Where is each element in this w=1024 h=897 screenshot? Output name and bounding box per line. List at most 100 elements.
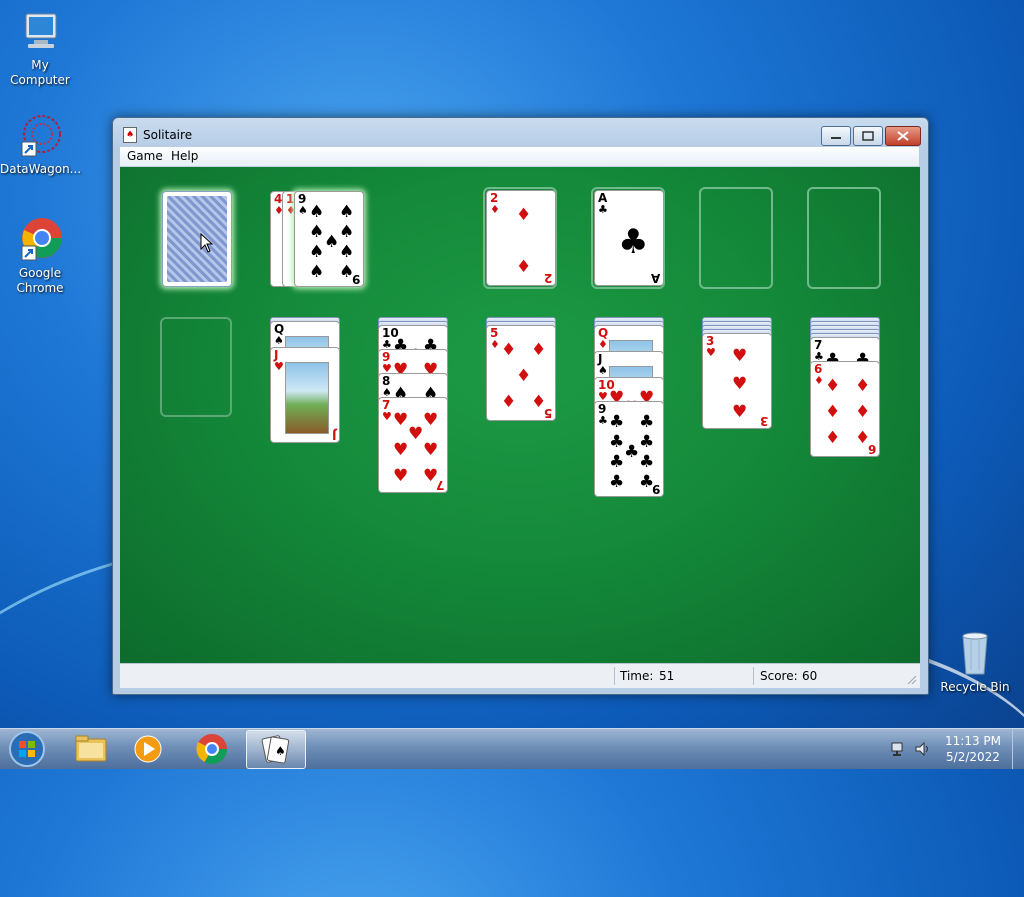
mouse-cursor-icon	[200, 232, 214, 257]
card-suit-icon: ♠	[598, 364, 608, 377]
card-pip-icon: ♦	[825, 376, 841, 396]
stock-pile[interactable]	[162, 191, 232, 287]
volume-icon[interactable]	[914, 741, 932, 757]
file-explorer-icon	[75, 735, 107, 762]
card-pip-icon: ♦	[516, 205, 532, 225]
resize-grip-icon[interactable]	[906, 674, 918, 686]
tableau-empty-slot[interactable]	[160, 317, 232, 417]
recycle-bin-icon	[951, 630, 999, 678]
tableau-card[interactable]: 5 ♦ 5 ♦ ♦ ♦ ♦ ♦	[486, 325, 556, 421]
card-pip-icon: ♠	[309, 222, 325, 242]
card-pip-icon: ♠	[309, 202, 325, 222]
waste-card[interactable]: 9 ♠ 9 ♠ ♠ ♠ ♠ ♠ ♠ ♠ ♠ ♠	[294, 191, 364, 287]
taskbar: ♠ 11:13 PM 5/2/2022	[0, 728, 1024, 769]
card-pip-icon: ♥	[423, 466, 439, 486]
network-icon[interactable]	[890, 741, 908, 757]
desktop-icon-label: Recycle Bin	[940, 680, 1010, 694]
tableau-card[interactable]: 6 ♦ 6 ♦ ♦ ♦ ♦ ♦ ♦	[810, 361, 880, 457]
time-label: Time:	[620, 669, 654, 683]
taskbar-chrome[interactable]	[186, 730, 238, 768]
solitaire-app-icon: ♠	[123, 127, 137, 143]
card-pip-icon: ♥	[732, 346, 748, 366]
chrome-icon	[16, 216, 64, 264]
card-pip-icon: ♦	[531, 340, 547, 360]
card-suit-icon: ♣	[598, 203, 608, 216]
minimize-button[interactable]	[821, 126, 851, 146]
card-pip-icon: ♦	[516, 257, 532, 277]
datawagon-icon	[16, 112, 64, 160]
solitaire-window: ♠ Solitaire Game Help 4♦10♦9♠9♠♠♠♠♠♠♠♠♠2…	[112, 117, 929, 695]
card-rank-bottom: J	[331, 428, 336, 442]
card-pip-icon: ♦	[855, 428, 871, 448]
card-pip-icon: ♠	[339, 242, 355, 262]
menu-game[interactable]: Game	[127, 149, 163, 163]
card-pip-icon: ♠	[324, 232, 340, 252]
card-pip-icon: ♥	[423, 440, 439, 460]
court-card-art	[285, 362, 329, 434]
tableau-card[interactable]: 7 ♥ 7 ♥ ♥ ♥ ♥ ♥ ♥ ♥	[378, 397, 448, 493]
card-pip-icon: ♥	[408, 424, 424, 444]
card-pip-icon: ♣	[609, 412, 625, 432]
card-pip-icon: ♣	[639, 412, 655, 432]
card-rank-bottom: 2	[543, 271, 552, 285]
foundation-card[interactable]: 2 ♦ 2 ♦ ♦	[486, 190, 556, 286]
card-pip-icon: ♠	[339, 202, 355, 222]
score-label: Score:	[760, 669, 798, 683]
desktop-icon-label: DataWagon...	[0, 162, 82, 176]
card-suit-icon: ♠	[298, 204, 308, 217]
card-rank-bottom: A	[650, 271, 660, 285]
card-pip-icon: ♠	[339, 262, 355, 282]
card-pip-icon: ♦	[516, 366, 532, 386]
card-pip-icon: ♠	[339, 222, 355, 242]
card-pip-icon: ♣	[609, 432, 625, 452]
card-suit-icon: ♥	[274, 360, 284, 373]
foundation-slot[interactable]	[807, 187, 881, 289]
show-desktop-button[interactable]	[1012, 729, 1024, 769]
desktop-icon-datawagon[interactable]: DataWagon...	[0, 112, 82, 177]
my-computer-icon	[16, 8, 64, 56]
card-pip-icon: ♣	[609, 472, 625, 492]
taskbar-file-explorer[interactable]	[64, 730, 116, 768]
card-pip-icon: ♣	[609, 452, 625, 472]
score-value: 60	[802, 669, 818, 683]
card-pip-icon: ♣	[639, 432, 655, 452]
card-pip-icon: ♣	[639, 452, 655, 472]
desktop-icon-google-chrome[interactable]: Google Chrome	[0, 216, 80, 296]
status-separator	[753, 667, 754, 685]
close-button[interactable]	[885, 126, 921, 146]
taskbar-media-player[interactable]	[122, 730, 174, 768]
foundation-card[interactable]: A ♣ A ♣	[594, 190, 664, 286]
card-suit-icon: ♦	[490, 203, 500, 216]
card-pip-icon: ♥	[423, 410, 439, 430]
svg-text:♠: ♠	[275, 744, 286, 758]
card-pip-icon: ♦	[825, 428, 841, 448]
tableau-card[interactable]: 9 ♣ 9 ♣ ♣ ♣ ♣ ♣ ♣ ♣ ♣ ♣	[594, 401, 664, 497]
card-suit-icon: ♥	[382, 410, 392, 423]
window-title: Solitaire	[143, 128, 193, 142]
card-pip-icon: ♥	[393, 410, 409, 430]
maximize-icon	[862, 131, 874, 141]
title-bar[interactable]: ♠ Solitaire	[113, 118, 928, 148]
card-pip-icon: ♣	[639, 472, 655, 492]
foundation-slot[interactable]	[699, 187, 773, 289]
tableau-card[interactable]: J ♥ J	[270, 347, 340, 443]
tableau-card[interactable]: 3 ♥ 3 ♥ ♥ ♥	[702, 333, 772, 429]
desktop-icon-recycle-bin[interactable]: Recycle Bin	[935, 630, 1015, 695]
maximize-button[interactable]	[853, 126, 883, 146]
card-pip-icon: ♥	[393, 440, 409, 460]
start-button[interactable]	[6, 730, 48, 768]
system-clock[interactable]: 11:13 PM 5/2/2022	[940, 733, 1006, 765]
card-pip-icon: ♦	[825, 402, 841, 422]
chrome-icon	[196, 734, 227, 765]
status-separator	[614, 667, 615, 685]
media-player-icon	[134, 735, 162, 763]
card-pip-icon: ♠	[309, 262, 325, 282]
card-suit-icon: ♦	[490, 338, 500, 351]
taskbar-solitaire[interactable]: ♠	[246, 730, 306, 769]
card-suit-icon: ♠	[274, 334, 284, 347]
time-value: 51	[659, 669, 675, 683]
game-table[interactable]: 4♦10♦9♠9♠♠♠♠♠♠♠♠♠2♦2♦♦A♣A♣Q♠QJ♥J10♣10♣♣♣…	[120, 167, 920, 663]
menu-help[interactable]: Help	[171, 149, 198, 163]
desktop-icon-my-computer[interactable]: My Computer	[0, 8, 80, 88]
desktop-icon-label: Google Chrome	[16, 266, 64, 295]
